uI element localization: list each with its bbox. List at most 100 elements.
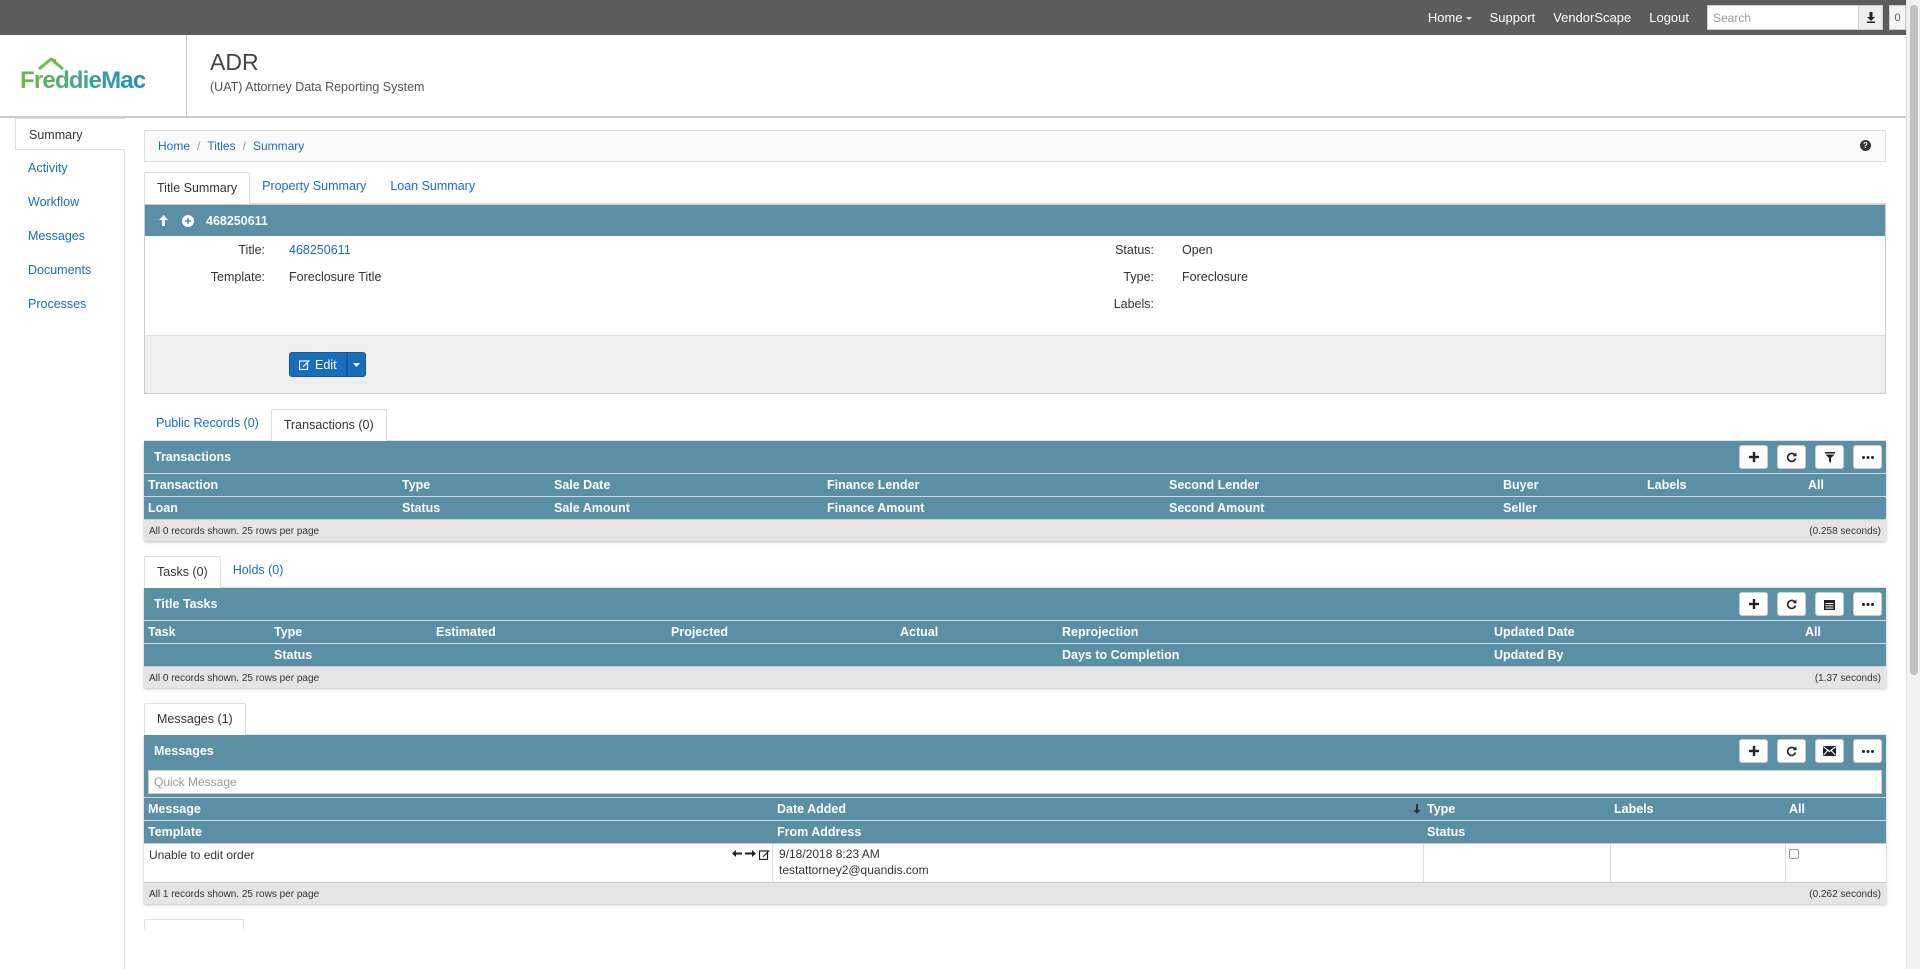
tab-public-records[interactable]: Public Records (0)	[144, 408, 271, 440]
arrows-left-right-icon[interactable]	[732, 849, 756, 858]
sidebar-item-activity[interactable]: Activity	[0, 152, 124, 184]
tab-messages[interactable]: Messages (1)	[144, 703, 246, 735]
help-icon[interactable]: ?	[1860, 140, 1871, 151]
edit-icon[interactable]	[759, 849, 770, 860]
col-status[interactable]: Status	[402, 501, 440, 515]
scrollbar-thumb[interactable]	[1910, 5, 1918, 675]
envelope-icon	[1823, 746, 1836, 756]
download-button[interactable]	[1859, 5, 1883, 30]
messages-header-row-1: Message Date Added Type Labels All	[144, 797, 1886, 820]
email-messages-button[interactable]	[1815, 739, 1844, 763]
tasks-title: Title Tasks	[154, 597, 218, 611]
breadcrumb-summary[interactable]: Summary	[253, 139, 304, 153]
col-estimated[interactable]: Estimated	[436, 625, 496, 639]
calendar-tasks-button[interactable]	[1815, 592, 1844, 616]
col-message[interactable]: Message	[148, 802, 201, 816]
col-labels[interactable]: Labels	[1647, 478, 1687, 492]
status-value: Open	[1182, 243, 1213, 257]
quick-message-input[interactable]	[148, 770, 1882, 794]
sidebar-item-workflow[interactable]: Workflow	[0, 186, 124, 218]
edit-dropdown-toggle[interactable]	[346, 352, 366, 377]
sidebar: Summary Activity Workflow Messages Docum…	[0, 118, 125, 969]
sidebar-item-processes[interactable]: Processes	[0, 288, 124, 320]
col-loan[interactable]: Loan	[148, 501, 178, 515]
col-buyer[interactable]: Buyer	[1503, 478, 1538, 492]
tasks-panel: Title Tasks Task Type Estimated Projecte…	[144, 588, 1886, 688]
col-projected[interactable]: Projected	[671, 625, 728, 639]
edit-button[interactable]: Edit	[289, 352, 347, 377]
col-finance-amount[interactable]: Finance Amount	[827, 501, 924, 515]
col-task[interactable]: Task	[148, 625, 176, 639]
more-transactions-button[interactable]	[1853, 445, 1882, 469]
page-scrollbar[interactable]	[1906, 0, 1920, 969]
sidebar-item-messages[interactable]: Messages	[0, 220, 124, 252]
col-status[interactable]: Status	[274, 648, 312, 662]
plus-circle-icon[interactable]	[182, 214, 194, 227]
col-updated-date[interactable]: Updated Date	[1494, 625, 1575, 639]
notification-count[interactable]: 0	[1889, 5, 1906, 30]
cell-divider	[1610, 844, 1611, 883]
col-updated-by[interactable]: Updated By	[1494, 648, 1563, 662]
col-second-amount[interactable]: Second Amount	[1169, 501, 1264, 515]
calendar-icon	[1824, 599, 1835, 610]
title-value-link[interactable]: 468250611	[289, 243, 351, 257]
sidebar-item-documents[interactable]: Documents	[0, 254, 124, 286]
col-finance-lender[interactable]: Finance Lender	[827, 478, 919, 492]
col-actual[interactable]: Actual	[900, 625, 938, 639]
add-message-button[interactable]	[1739, 739, 1768, 763]
col-status[interactable]: Status	[1427, 825, 1465, 839]
sort-desc-icon[interactable]	[1413, 803, 1421, 817]
sidebar-item-summary[interactable]: Summary	[15, 118, 125, 150]
refresh-transactions-button[interactable]	[1777, 445, 1806, 469]
nav-logout[interactable]: Logout	[1649, 10, 1689, 25]
table-row[interactable]: Unable to edit order 9/18/2018 8:23 AM t…	[144, 843, 1886, 883]
more-messages-button[interactable]	[1853, 739, 1882, 763]
nav-support[interactable]: Support	[1490, 10, 1536, 25]
col-labels[interactable]: Labels	[1614, 802, 1654, 816]
col-sale-amount[interactable]: Sale Amount	[554, 501, 630, 515]
more-tasks-button[interactable]	[1853, 592, 1882, 616]
col-second-lender[interactable]: Second Lender	[1169, 478, 1259, 492]
col-days-to-completion[interactable]: Days to Completion	[1062, 648, 1179, 662]
refresh-icon	[1786, 452, 1797, 462]
freddie-mac-logo[interactable]: FreddieMac	[19, 55, 159, 95]
type-value: Foreclosure	[1182, 270, 1248, 284]
tab-holds[interactable]: Holds (0)	[221, 555, 296, 587]
add-transaction-button[interactable]	[1739, 445, 1768, 469]
col-type[interactable]: Type	[1427, 802, 1455, 816]
edit-icon	[299, 360, 310, 370]
nav-home-label: Home	[1427, 10, 1463, 25]
col-type[interactable]: Type	[402, 478, 430, 492]
arrow-up-icon[interactable]	[159, 215, 168, 226]
tab-transactions[interactable]: Transactions (0)	[270, 409, 387, 441]
col-all[interactable]: All	[1789, 802, 1805, 816]
title-label: Title:	[238, 243, 265, 257]
refresh-messages-button[interactable]	[1777, 739, 1806, 763]
nav-home[interactable]: Home	[1428, 10, 1472, 25]
breadcrumb-titles[interactable]: Titles	[207, 139, 235, 153]
refresh-tasks-button[interactable]	[1777, 592, 1806, 616]
col-type[interactable]: Type	[274, 625, 302, 639]
next-section-tab[interactable]	[144, 919, 244, 929]
col-seller[interactable]: Seller	[1503, 501, 1537, 515]
tab-loan-summary[interactable]: Loan Summary	[378, 171, 487, 203]
col-template[interactable]: Template	[148, 825, 202, 839]
col-reprojection[interactable]: Reprojection	[1062, 625, 1138, 639]
nav-vendorscape[interactable]: VendorScape	[1553, 10, 1631, 25]
search-input[interactable]	[1707, 5, 1859, 30]
col-date-added[interactable]: Date Added	[777, 802, 846, 816]
col-from-address[interactable]: From Address	[777, 825, 861, 839]
row-select-checkbox[interactable]	[1789, 849, 1799, 859]
filter-transactions-button[interactable]	[1815, 445, 1844, 469]
transactions-record-count: All 0 records shown. 25 rows per page	[149, 526, 320, 537]
messages-toolbar	[1739, 739, 1882, 763]
add-task-button[interactable]	[1739, 592, 1768, 616]
col-sale-date[interactable]: Sale Date	[554, 478, 610, 492]
col-all[interactable]: All	[1805, 625, 1821, 639]
tab-title-summary[interactable]: Title Summary	[144, 172, 251, 204]
tab-tasks[interactable]: Tasks (0)	[144, 556, 221, 588]
tab-property-summary[interactable]: Property Summary	[250, 171, 378, 203]
breadcrumb-home[interactable]: Home	[158, 139, 190, 153]
col-transaction[interactable]: Transaction	[148, 478, 218, 492]
col-all[interactable]: All	[1808, 478, 1824, 492]
